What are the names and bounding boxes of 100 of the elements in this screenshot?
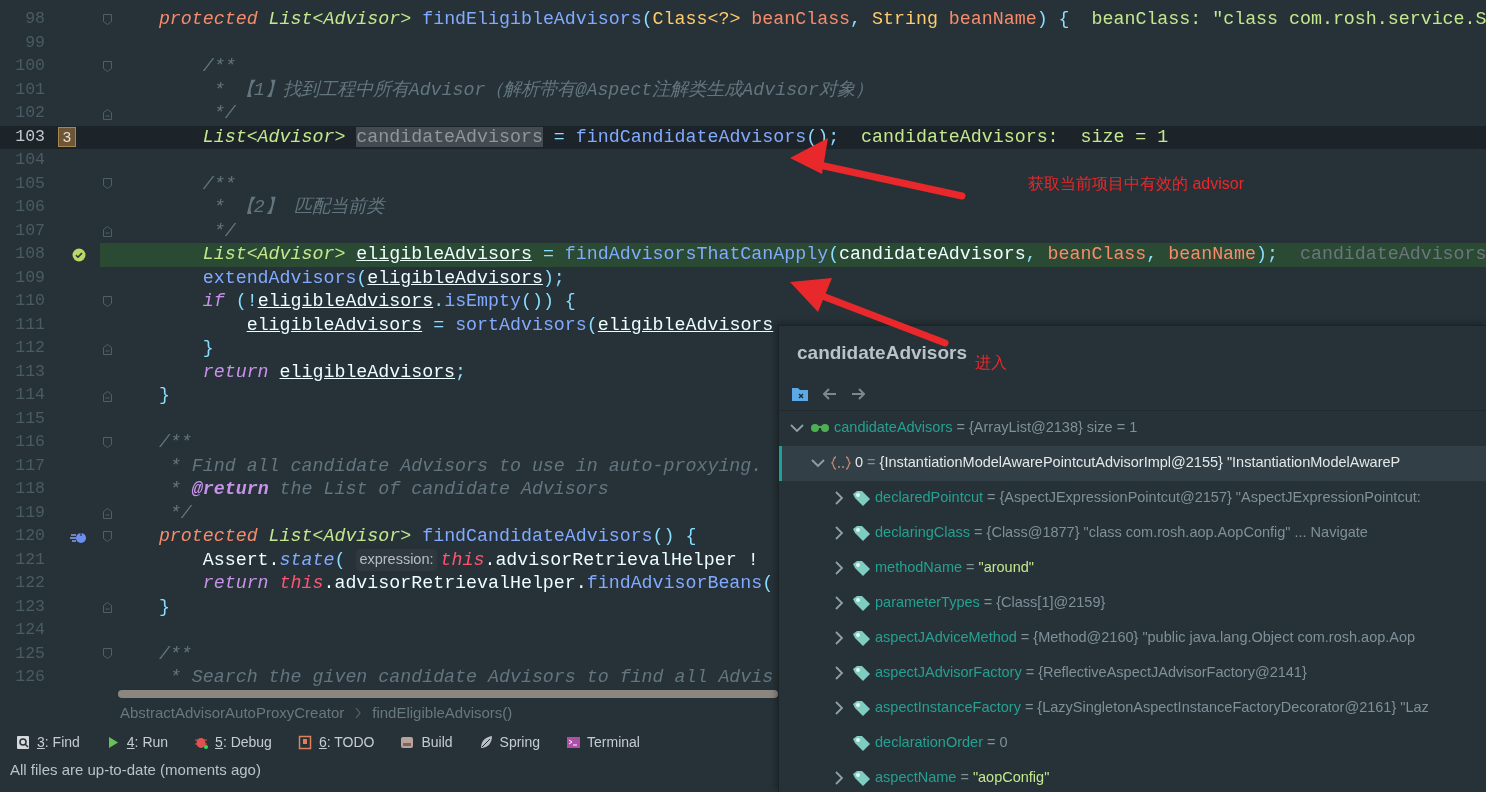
tool-window-button[interactable]: 6: TODO [297, 731, 375, 753]
code-text: eligibleAdvisors = sortAdvisors(eligibleAdvisors [245, 313, 774, 337]
tree-row[interactable]: declaringClass = {Class@1877} "class com.rosh.aop.AopConfig" ... Navigate [779, 515, 1486, 551]
expand-chevron-icon[interactable] [832, 631, 846, 645]
tool-window-button[interactable]: Terminal [566, 731, 640, 753]
expand-chevron-icon[interactable] [790, 421, 804, 435]
checklist-icon [297, 734, 313, 750]
annotation-text: 获取当前项目中有效的 advisor [1028, 174, 1245, 194]
code-comment: * @return the List of candidate Advisors [168, 478, 609, 502]
code-comment: * 【1】找到工程中所有Advisor（解析带有@Aspect注解类生成Advisor对象） [212, 78, 874, 102]
fold-icon[interactable] [102, 177, 113, 192]
expand-chevron-icon[interactable] [832, 526, 846, 540]
fold-icon[interactable] [102, 224, 113, 239]
fold-icon[interactable] [102, 506, 113, 521]
code-text: } [201, 337, 214, 361]
tree-row[interactable]: aspectJAdvisorFactory = {ReflectiveAspectJAdvisorFactory@2141} [779, 655, 1486, 691]
bookmark-badge[interactable]: 3 [58, 127, 76, 148]
expand-chevron-icon[interactable] [832, 596, 846, 610]
tag-icon [852, 559, 871, 577]
code-comment: * Search the given candidate Advisors to find all Advis [168, 666, 774, 690]
popup-title: candidateAdvisors [797, 341, 967, 365]
tag-icon [852, 594, 871, 612]
tree-row[interactable]: aspectJAdviceMethod = {Method@2160} "public java.lang.Object com.rosh.aop.Aop [779, 620, 1486, 656]
fold-icon[interactable] [102, 12, 113, 27]
tag-icon [852, 734, 871, 752]
code-text: List<Advisor> eligibleAdvisors = findAdvisorsThatCanApply(candidateAdvisors, beanClass, beanName); [201, 243, 1278, 267]
breadcrumb-item[interactable]: findEligibleAdvisors() [372, 701, 513, 725]
tree-row[interactable]: aspectInstanceFactory = {LazySingletonAspectInstanceFactoryDecorator@2161} "Laz [779, 690, 1486, 726]
annotation-text: 进入 [975, 353, 1007, 373]
tag-icon [852, 699, 871, 717]
expand-chevron-icon[interactable] [832, 561, 846, 575]
code-comment: /** [201, 172, 236, 196]
tree-row[interactable]: aspectName = "aopConfig" [779, 760, 1486, 792]
code-text: extendAdvisors(eligibleAdvisors); [201, 266, 565, 290]
code-comment: /** [157, 431, 192, 455]
inline-value: candidateAdvisors: size = 1 [861, 125, 1169, 149]
forward-arrow-icon[interactable] [851, 387, 865, 400]
chevron-icon [354, 707, 363, 719]
tree-row[interactable]: 0 = {InstantiationModelAwarePointcutAdvisorImpl@2155} "InstantiationModelAwareP [779, 445, 1486, 481]
status-text: All files are up-to-date (moments ago) [9, 759, 262, 780]
search-icon [16, 734, 31, 750]
expand-chevron-icon[interactable] [811, 456, 825, 470]
fold-icon[interactable] [102, 388, 113, 403]
tree-row[interactable]: declarationOrder = 0 [779, 725, 1486, 761]
code-text: if (!eligibleAdvisors.isEmpty()) { [201, 290, 576, 314]
hammer-box-icon [400, 734, 416, 750]
code-text: return this.advisorRetrievalHelper.findAdvisorBeans( [201, 572, 774, 596]
code-text: } [157, 384, 170, 408]
code-text: return eligibleAdvisors; [201, 360, 467, 384]
tool-window-button[interactable]: 5: Debug [194, 731, 272, 753]
tag-icon [852, 629, 871, 647]
tree-row[interactable]: parameterTypes = {Class[1]@2159} [779, 585, 1486, 621]
horizontal-scrollbar[interactable] [118, 690, 778, 698]
code-comment: /** [157, 642, 192, 666]
fold-icon[interactable] [102, 341, 113, 356]
code-comment: /** [201, 55, 236, 79]
inline-value: beanClass: "class com.rosh.service.S [1091, 8, 1486, 32]
tag-icon [852, 524, 871, 542]
expand-chevron-icon[interactable] [832, 701, 846, 715]
tool-window-button[interactable]: 4: Run [105, 731, 169, 753]
glasses-icon [810, 422, 830, 434]
fold-icon[interactable] [102, 600, 113, 615]
code-text: this.advisorRetrievalHelper ! [440, 548, 759, 572]
code-comment: */ [212, 102, 236, 126]
braces-icon [831, 456, 851, 470]
fold-icon[interactable] [102, 435, 113, 450]
tool-window-button[interactable]: Spring [478, 731, 541, 753]
fold-icon[interactable] [102, 529, 113, 544]
tree-row[interactable]: candidateAdvisors = {ArrayList@2138} size = 1 [779, 410, 1486, 446]
breadcrumb-item[interactable]: AbstractAdvisorAutoProxyCreator [120, 701, 345, 725]
expand-chevron-icon[interactable] [832, 666, 846, 680]
tag-icon [852, 489, 871, 507]
tag-icon [852, 664, 871, 682]
expand-chevron-icon[interactable] [832, 491, 846, 505]
tool-window-button[interactable]: 3: Find [16, 731, 80, 753]
folder-icon[interactable] [791, 385, 809, 402]
fold-icon[interactable] [102, 294, 113, 309]
tool-window-button[interactable]: Build [400, 731, 453, 753]
code-comment: */ [168, 501, 192, 525]
line-number: 103 [14, 125, 45, 148]
tag-icon [852, 769, 871, 787]
fold-icon[interactable] [102, 59, 113, 74]
tree-row[interactable]: methodName = "around" [779, 550, 1486, 586]
code-text: protected List<Advisor> findCandidateAdvisors() { [157, 525, 697, 549]
inline-value: candidateAdvisors [1300, 243, 1486, 267]
tree-row[interactable]: declaredPointcut = {AspectJExpressionPointcut@2157} "AspectJExpressionPointcut: [779, 480, 1486, 516]
expand-chevron-icon[interactable] [832, 771, 846, 785]
check-icon[interactable] [72, 247, 87, 262]
leaf-icon [478, 734, 494, 750]
fold-icon[interactable] [102, 106, 113, 121]
code-text: Assert.state( [201, 548, 347, 572]
code-comment: * Find all candidate Advisors to use in auto-proxying. [168, 454, 763, 478]
code-comment: * 【2】 匹配当前类 [212, 195, 384, 220]
code-text: protected List<Advisor> findEligibleAdvisors(Class<?> beanClass, String beanName) { [157, 8, 1070, 32]
code-text: } [157, 595, 170, 619]
parameter-hint: expression: [356, 549, 437, 572]
code-comment: */ [212, 219, 236, 243]
back-arrow-icon[interactable] [823, 387, 837, 400]
fold-icon[interactable] [102, 647, 113, 662]
terminal-icon [566, 734, 582, 750]
